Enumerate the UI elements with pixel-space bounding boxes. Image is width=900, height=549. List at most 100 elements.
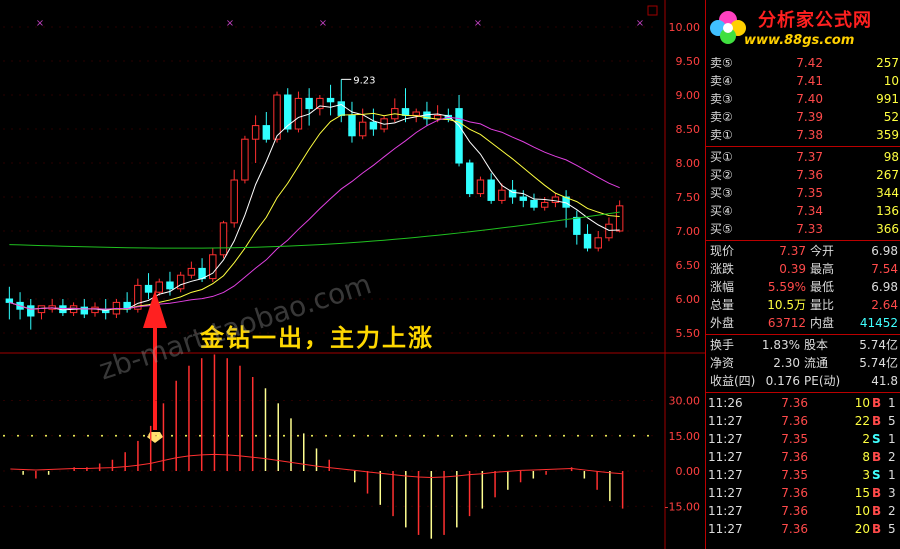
macd-grid-dot: [275, 470, 277, 472]
trade-tick-row: 11:27 7.36 15 B 3: [706, 484, 900, 502]
grid-dot: [171, 196, 173, 198]
grid-dot: [19, 332, 21, 334]
candle-body: [305, 97, 313, 110]
macd-grid-dot: [323, 505, 325, 507]
grid-dot: [579, 196, 581, 198]
macd-grid-dot: [635, 470, 637, 472]
tick-price: 7.36: [781, 450, 808, 464]
grid-dot: [619, 264, 621, 266]
macd-grid-dot: [371, 435, 373, 437]
grid-dot: [51, 128, 53, 130]
grid-dot: [91, 298, 93, 300]
grid-dot: [195, 94, 197, 96]
stat-row: 收益(四) 0.176 PE(动) 41.8: [706, 372, 900, 390]
macd-tick-label: 30.00: [669, 395, 701, 408]
grid-dot: [379, 128, 381, 130]
grid-dot: [227, 94, 229, 96]
grid-dot: [515, 332, 517, 334]
tick-side: B: [872, 504, 882, 518]
grid-dot: [363, 162, 365, 164]
grid-dot: [163, 128, 165, 130]
grid-dot: [299, 264, 301, 266]
grid-dot: [3, 128, 5, 130]
macd-grid-dot: [275, 400, 277, 401]
grid-dot: [131, 128, 133, 130]
grid-dot: [19, 94, 21, 96]
stat-value: 5.74亿: [859, 356, 898, 370]
ref-dot: [31, 434, 33, 437]
stat-label: 股本: [804, 338, 829, 352]
grid-dot: [539, 196, 541, 198]
grid-dot: [443, 60, 445, 62]
grid-dot: [91, 26, 93, 28]
grid-dot: [379, 196, 381, 198]
grid-dot: [499, 60, 501, 62]
tick-price: 7.36: [781, 522, 808, 536]
grid-dot: [355, 94, 357, 96]
grid-dot: [195, 26, 197, 28]
macd-grid-dot: [547, 470, 549, 472]
grid-dot: [347, 230, 349, 232]
grid-dot: [563, 332, 565, 334]
macd-grid-dot: [459, 435, 461, 437]
grid-dot: [523, 264, 525, 266]
grid-dot: [339, 162, 341, 164]
macd-grid-dot: [251, 505, 253, 507]
ref-dot: [577, 434, 579, 437]
macd-grid-dot: [91, 400, 93, 401]
grid-dot: [283, 196, 285, 198]
grid-dot: [227, 230, 229, 232]
grid-dot: [563, 60, 565, 62]
macd-grid-dot: [203, 505, 205, 507]
grid-dot: [611, 264, 613, 266]
grid-dot: [467, 60, 469, 62]
macd-grid-dot: [75, 435, 77, 437]
grid-dot: [531, 94, 533, 96]
macd-grid-dot: [523, 505, 525, 507]
stat-label: 换手: [710, 338, 735, 352]
grid-dot: [611, 298, 613, 300]
grid-dot: [27, 332, 29, 334]
grid-dot: [27, 128, 29, 130]
grid-dot: [603, 196, 605, 198]
grid-dot: [115, 26, 117, 28]
grid-dot: [595, 196, 597, 198]
grid-dot: [11, 332, 13, 334]
grid-dot: [627, 128, 629, 130]
sell-level: 卖③: [710, 92, 733, 106]
grid-dot: [595, 94, 597, 96]
logo-url[interactable]: www.88gs.com: [744, 33, 854, 48]
macd-grid-dot: [51, 505, 53, 507]
tick-count: 1: [888, 396, 896, 410]
macd-grid-dot: [395, 470, 397, 472]
grid-dot: [267, 196, 269, 198]
sell-row: 卖③ 7.40 991: [706, 90, 900, 108]
grid-dot: [275, 264, 277, 266]
grid-dot: [11, 26, 13, 28]
grid-dot: [211, 230, 213, 232]
grid-dot: [627, 264, 629, 266]
macd-grid-dot: [99, 505, 101, 507]
candle-body: [401, 108, 410, 116]
macd-grid-dot: [227, 505, 229, 507]
macd-grid-dot: [451, 400, 453, 401]
sell-price: 7.41: [796, 74, 823, 88]
macd-grid-dot: [43, 435, 45, 437]
macd-grid-dot: [579, 435, 581, 437]
grid-dot: [371, 162, 373, 164]
grid-dot: [91, 264, 93, 266]
grid-dot: [539, 298, 541, 300]
macd-grid-dot: [563, 400, 565, 401]
grid-dot: [219, 162, 221, 164]
grid-dot: [75, 162, 77, 164]
ref-dot: [185, 434, 187, 437]
grid-dot: [243, 298, 245, 300]
macd-grid-dot: [403, 470, 405, 472]
grid-dot: [75, 26, 77, 28]
macd-grid-dot: [163, 400, 165, 401]
macd-grid-dot: [43, 505, 45, 507]
grid-dot: [619, 26, 621, 28]
grid-dot: [411, 196, 413, 198]
macd-grid-dot: [619, 470, 621, 472]
grid-dot: [91, 162, 93, 164]
